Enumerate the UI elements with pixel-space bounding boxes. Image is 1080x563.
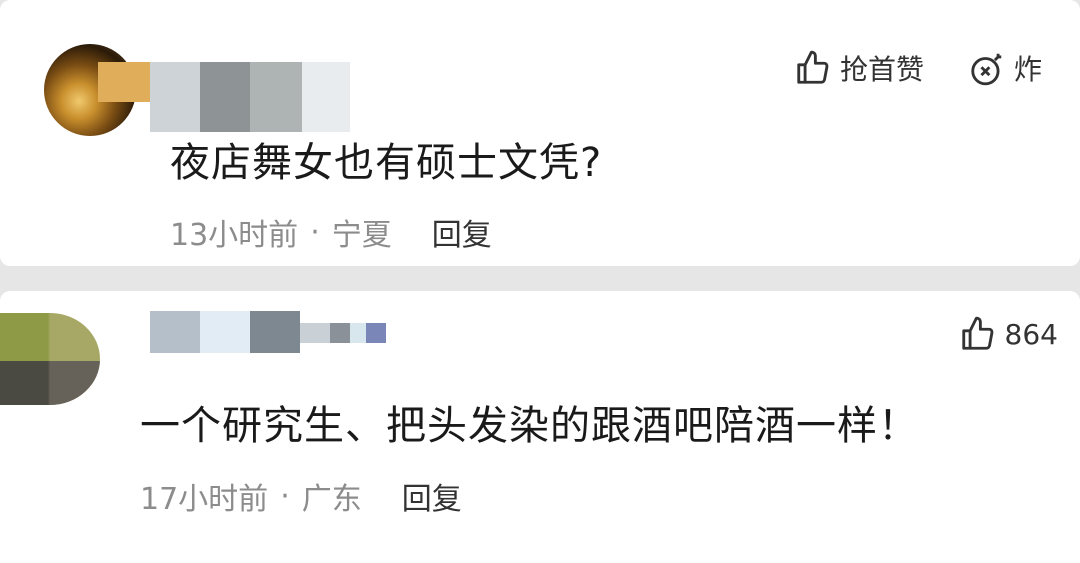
comment-time: 17小时前 — [140, 482, 269, 517]
thumbs-up-icon — [961, 316, 993, 350]
username-blurred[interactable] — [150, 311, 386, 353]
like-count: 864 — [1004, 317, 1058, 351]
comment-meta: 13小时前 · 宁夏 回复 — [170, 210, 492, 254]
meta-separator: · — [280, 478, 290, 514]
bomb-label: 炸 — [1013, 53, 1042, 86]
comment-text: 一个研究生、把头发染的跟酒吧陪酒一样！ — [140, 403, 919, 449]
comment-text: 夜店舞女也有硕士文凭? — [170, 140, 603, 186]
comment-location: 广东 — [301, 482, 362, 517]
like-button[interactable]: 抢首赞 — [794, 48, 924, 88]
comment-meta: 17小时前 · 广东 回复 — [140, 474, 462, 518]
like-label: 抢首赞 — [839, 53, 924, 86]
bomb-icon — [971, 53, 1002, 86]
comment-actions: 抢首赞 炸 — [794, 48, 1042, 88]
comment-location: 宁夏 — [331, 218, 392, 253]
comment-time: 13小时前 — [170, 218, 299, 253]
comment-card: 864 一个研究生、把头发染的跟酒吧陪酒一样！ 17小时前 · 广东 回复 — [0, 291, 1080, 563]
reply-button[interactable]: 回复 — [402, 474, 462, 518]
like-button[interactable]: 864 — [959, 315, 1058, 353]
avatar[interactable] — [0, 313, 100, 405]
thumbs-up-icon — [797, 50, 829, 84]
bomb-button[interactable]: 炸 — [968, 48, 1042, 88]
comment-card: 抢首赞 炸 夜店舞女也有硕士文凭? 13小时前 · 宁夏 回复 — [0, 0, 1080, 266]
username-blurred[interactable] — [98, 62, 350, 132]
comment-actions: 864 — [959, 315, 1058, 353]
reply-button[interactable]: 回复 — [432, 210, 492, 254]
meta-separator: · — [310, 214, 320, 250]
